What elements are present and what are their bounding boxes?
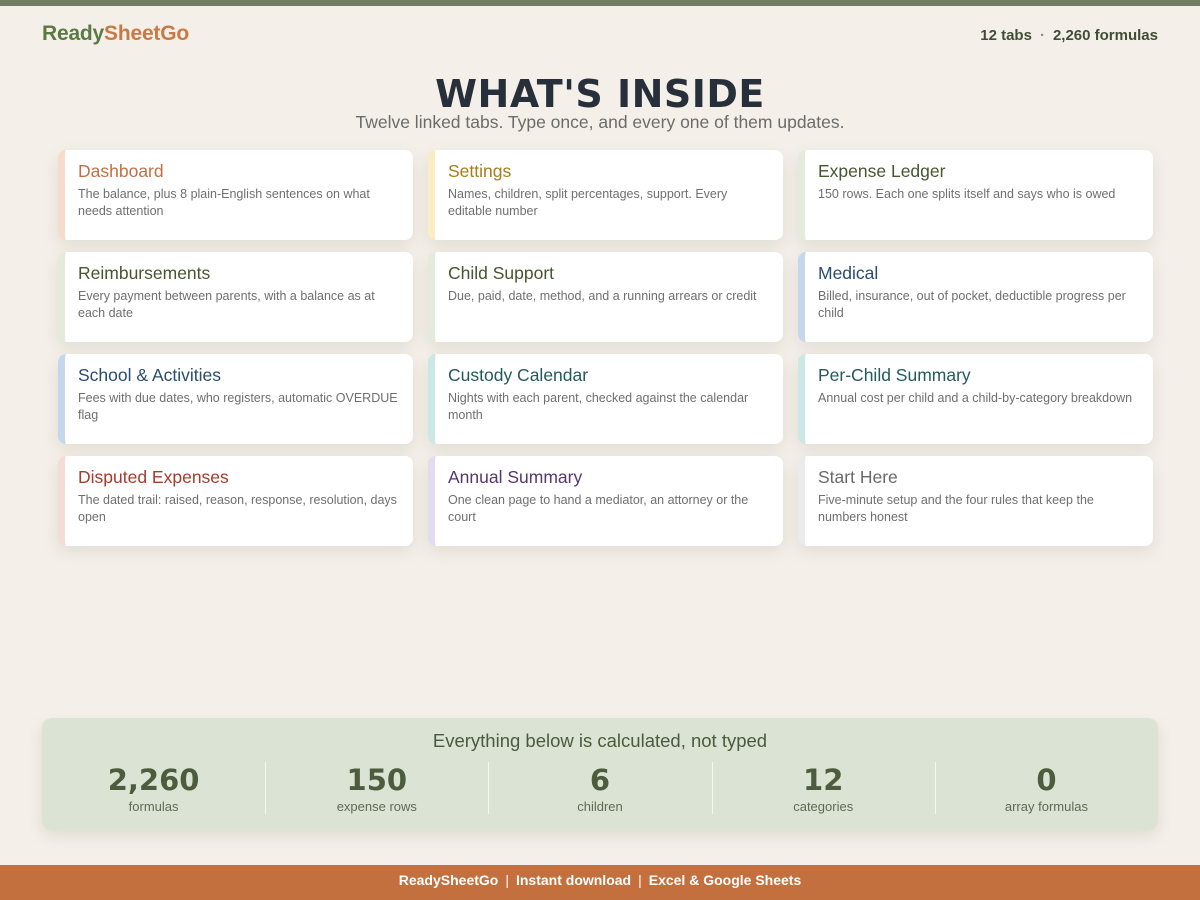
header-meta: 12 tabs · 2,260 formulas — [980, 27, 1158, 44]
card-description: The balance, plus 8 plain-English senten… — [78, 187, 370, 218]
page-subtitle: Twelve linked tabs. Type once, and every… — [355, 112, 845, 132]
card-title: Settings — [448, 161, 512, 181]
card-title: Dashboard — [78, 161, 164, 181]
card-title: Medical — [818, 263, 879, 283]
footer-separator: | — [638, 872, 642, 888]
card-description: Due, paid, date, method, and a running a… — [448, 289, 757, 303]
footer-brand: ReadySheetGo — [398, 872, 499, 888]
brand-part-sheetgo: SheetGo — [104, 22, 189, 45]
card-reimbursements: Reimbursements Every payment between par… — [58, 252, 413, 342]
stat-value: 2,260 — [107, 763, 200, 797]
card-description: Annual cost per child and a child-by-cat… — [818, 391, 1133, 405]
card-title: School & Activities — [78, 365, 221, 385]
card-expense-ledger: Expense Ledger 150 rows. Each one splits… — [798, 150, 1153, 240]
brand-part-ready: Ready — [42, 22, 105, 45]
stat-value: 6 — [589, 763, 611, 797]
card-per-child-summary: Per-Child Summary Annual cost per child … — [798, 354, 1153, 444]
stat-label: expense rows — [336, 799, 417, 814]
card-settings: Settings Names, children, split percenta… — [428, 150, 783, 240]
stat-value: 150 — [346, 763, 408, 797]
footer-separator: | — [505, 872, 509, 888]
tabs-count: 12 tabs — [980, 27, 1032, 44]
card-dashboard: Dashboard The balance, plus 8 plain-Engl… — [58, 150, 413, 240]
card-title: Reimbursements — [78, 263, 211, 283]
card-custody-calendar: Custody Calendar Nights with each parent… — [428, 354, 783, 444]
stat-formulas: 2,260 formulas — [42, 762, 265, 814]
stats-panel: Everything below is calculated, not type… — [42, 718, 1158, 830]
card-medical: Medical Billed, insurance, out of pocket… — [798, 252, 1153, 342]
stat-label: categories — [793, 799, 854, 814]
stat-children: 6 children — [488, 762, 711, 814]
card-title: Per-Child Summary — [818, 365, 971, 385]
meta-separator: · — [1039, 27, 1045, 44]
card-description: Billed, insurance, out of pocket, deduct… — [818, 289, 1126, 320]
stat-label: formulas — [128, 799, 179, 814]
card-title: Child Support — [448, 263, 555, 283]
footer-bar: ReadySheetGo | Instant download | Excel & Go… — [0, 865, 1200, 900]
card-description: Every payment between parents, with a ba… — [78, 289, 375, 320]
stats-row: 2,260 formulas 150 expense rows 6 childr… — [42, 762, 1158, 814]
card-title: Disputed Expenses — [78, 467, 229, 487]
stat-label: children — [577, 799, 623, 814]
stat-categories: 12 categories — [711, 762, 935, 814]
tabs-grid: Dashboard The balance, plus 8 plain-Engl… — [58, 150, 1153, 546]
stat-value: 0 — [1036, 763, 1057, 797]
card-disputed-expenses: Disputed Expenses The dated trail: raise… — [58, 456, 413, 546]
card-description: 150 rows. Each one splits itself and say… — [818, 187, 1116, 201]
card-annual-summary: Annual Summary One clean page to hand a … — [428, 456, 783, 546]
stat-array-formulas: 0 array formulas — [934, 762, 1158, 814]
page-title: WHAT'S INSIDE — [435, 72, 765, 116]
card-title: Start Here — [818, 467, 898, 487]
card-description: Fees with due dates, who registers, auto… — [78, 391, 398, 422]
header: ReadySheetGo 12 tabs · 2,260 formulas — [42, 22, 1158, 52]
card-description: Names, children, split percentages, supp… — [448, 187, 728, 218]
card-title: Expense Ledger — [818, 161, 946, 181]
card-description: Nights with each parent, checked against… — [448, 391, 749, 422]
stats-title: Everything below is calculated, not type… — [432, 730, 768, 751]
stat-label: array formulas — [1004, 799, 1088, 814]
card-school-activities: School & Activities Fees with due dates,… — [58, 354, 413, 444]
card-description: One clean page to hand a mediator, an at… — [448, 493, 749, 524]
formulas-count: 2,260 formulas — [1052, 27, 1158, 44]
stat-expense-rows: 150 expense rows — [265, 762, 488, 814]
footer-instant-download: Instant download — [515, 872, 632, 888]
card-child-support: Child Support Due, paid, date, method, a… — [428, 252, 783, 342]
card-description: Five-minute setup and the four rules tha… — [818, 493, 1094, 524]
card-start-here: Start Here Five-minute setup and the fou… — [798, 456, 1153, 546]
top-accent-bar — [0, 0, 1200, 6]
brand-logo[interactable]: ReadySheetGo — [42, 22, 189, 46]
footer-platforms: Excel & Google Sheets — [648, 872, 802, 888]
card-title: Annual Summary — [448, 467, 583, 487]
stat-value: 12 — [803, 763, 844, 797]
card-title: Custody Calendar — [448, 365, 589, 385]
card-description: The dated trail: raised, reason, respons… — [78, 493, 397, 524]
